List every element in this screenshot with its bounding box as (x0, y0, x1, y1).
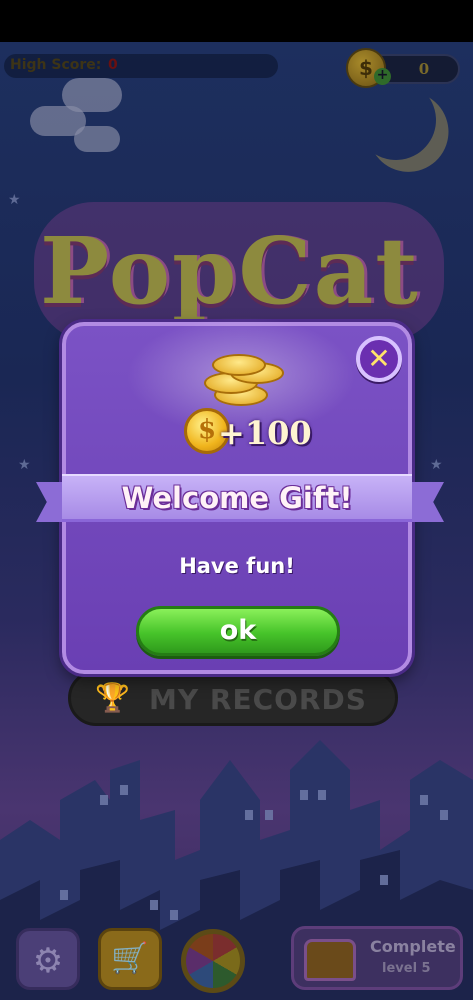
coin-stack-icon (200, 354, 290, 414)
cart-icon: 🛒 (111, 941, 149, 976)
trophy-icon: 🏆 (95, 681, 130, 714)
my-records-button[interactable]: 🏆 MY RECORDS (68, 670, 398, 726)
high-score-label: High Score: (10, 57, 102, 73)
dialog-message: Have fun! (179, 554, 295, 578)
close-icon: ✕ (367, 342, 391, 375)
star-icon: ★ (18, 457, 31, 473)
treasure-chest-icon (304, 939, 356, 981)
complete-title: Complete (370, 937, 456, 956)
ok-button[interactable]: ok (136, 606, 340, 656)
welcome-gift-dialog: $ +100 ✕ Welcome Gift! Have fun! ok (36, 316, 444, 674)
shop-button[interactable]: 🛒 (98, 928, 162, 990)
high-score-value: 0 (108, 57, 118, 73)
complete-subtitle: level 5 (382, 961, 431, 976)
star-icon: ★ (430, 457, 443, 473)
dialog-heading: Welcome Gift! (121, 481, 353, 515)
my-records-label: MY RECORDS (149, 683, 367, 716)
close-button[interactable]: ✕ (356, 336, 402, 382)
settings-button[interactable]: ⚙ (16, 928, 80, 990)
status-bar (0, 0, 473, 42)
game-logo: PopCat (40, 217, 420, 325)
coin-count: 0 (418, 60, 430, 78)
dialog-ribbon: Welcome Gift! (62, 474, 412, 522)
star-icon: ★ (8, 192, 21, 208)
cloud-icon (74, 126, 120, 152)
moon-icon (351, 75, 441, 165)
complete-level-button[interactable]: Complete level 5 (291, 926, 463, 990)
ok-button-label: ok (219, 615, 257, 646)
prize-wheel-button[interactable] (181, 929, 245, 993)
gear-icon: ⚙ (32, 941, 64, 981)
high-score-panel: High Score: 0 (4, 54, 278, 78)
reward-amount: +100 (218, 414, 312, 452)
cloud-icon (62, 78, 122, 112)
